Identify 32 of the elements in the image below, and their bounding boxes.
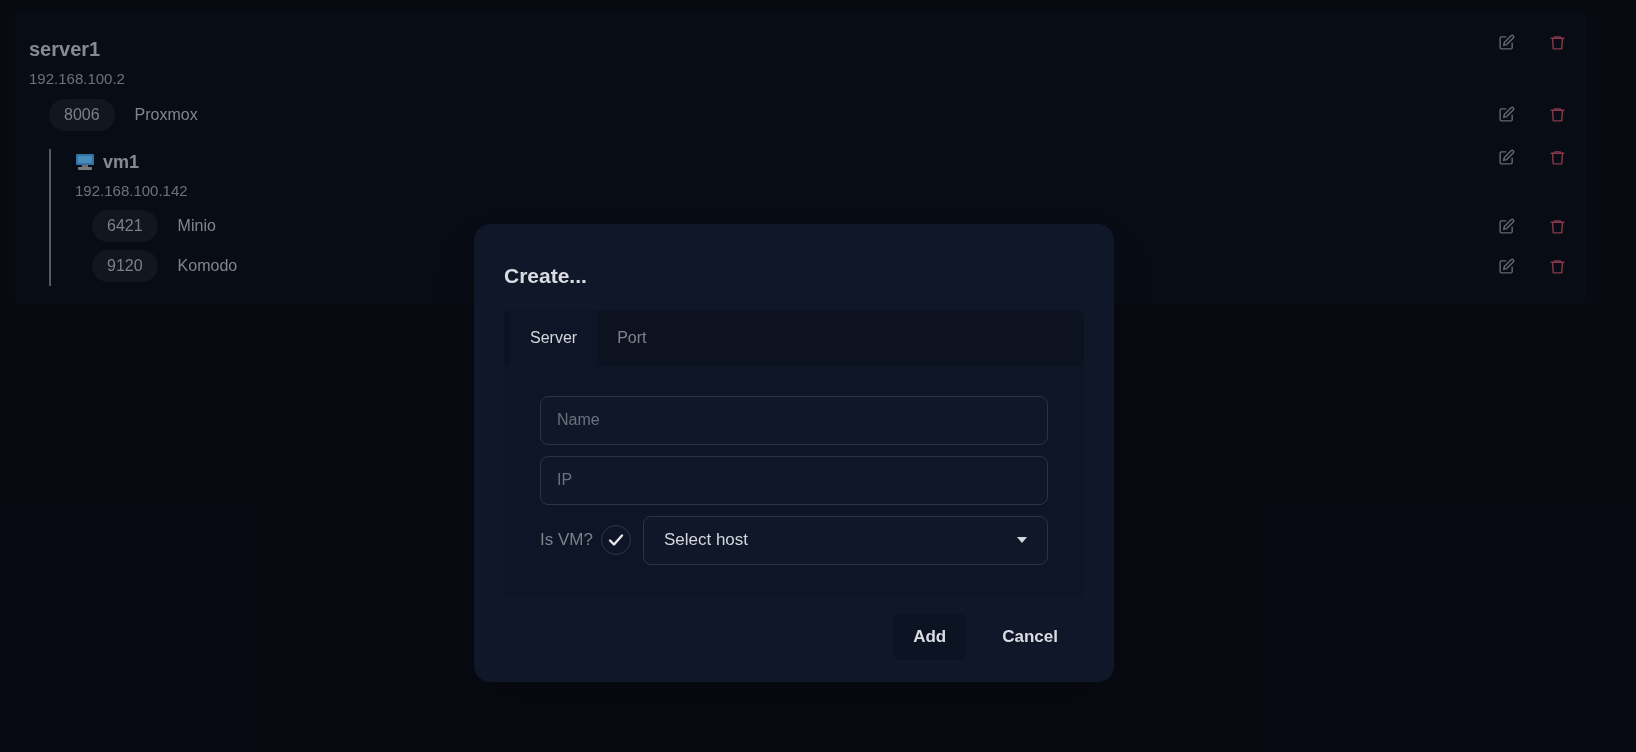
caret-icon bbox=[1017, 537, 1027, 543]
tab[interactable]: Server bbox=[510, 309, 598, 366]
tab[interactable]: Port bbox=[597, 309, 667, 366]
monitor-icon bbox=[75, 152, 95, 172]
server-name: server1 bbox=[29, 37, 101, 62]
port-name: Proxmox bbox=[134, 104, 198, 125]
trash-icon[interactable] bbox=[1549, 148, 1566, 166]
port-badge: 9120 bbox=[92, 250, 158, 282]
server-name: vm1 bbox=[103, 150, 140, 174]
port-name: Komodo bbox=[177, 256, 238, 276]
trash-icon[interactable] bbox=[1549, 106, 1566, 123]
trash-icon[interactable] bbox=[1549, 217, 1566, 235]
port-name: Minio bbox=[177, 216, 216, 236]
trash-icon[interactable] bbox=[1549, 34, 1566, 51]
dialog-title: Create... bbox=[504, 263, 588, 289]
port-badge: 8006 bbox=[49, 98, 115, 131]
server-ip: 192.168.100.142 bbox=[75, 180, 188, 201]
edit-icon[interactable] bbox=[1498, 257, 1515, 275]
trash-icon[interactable] bbox=[1549, 257, 1566, 275]
add-button[interactable]: Add bbox=[893, 613, 967, 660]
checkbox-label: Is VM? bbox=[540, 529, 593, 552]
input-field[interactable]: IP bbox=[540, 455, 1048, 505]
server-ip: 192.168.100.2 bbox=[29, 69, 125, 89]
edit-icon[interactable] bbox=[1498, 106, 1515, 123]
port-badge: 6421 bbox=[92, 210, 158, 242]
cancel-button[interactable]: Cancel bbox=[982, 613, 1078, 660]
select-dropdown[interactable]: Select host bbox=[642, 515, 1048, 565]
check-icon bbox=[607, 532, 624, 548]
edit-icon[interactable] bbox=[1498, 148, 1515, 166]
input-field[interactable]: Name bbox=[540, 395, 1048, 445]
edit-icon[interactable] bbox=[1498, 217, 1515, 235]
edit-icon[interactable] bbox=[1498, 34, 1515, 51]
